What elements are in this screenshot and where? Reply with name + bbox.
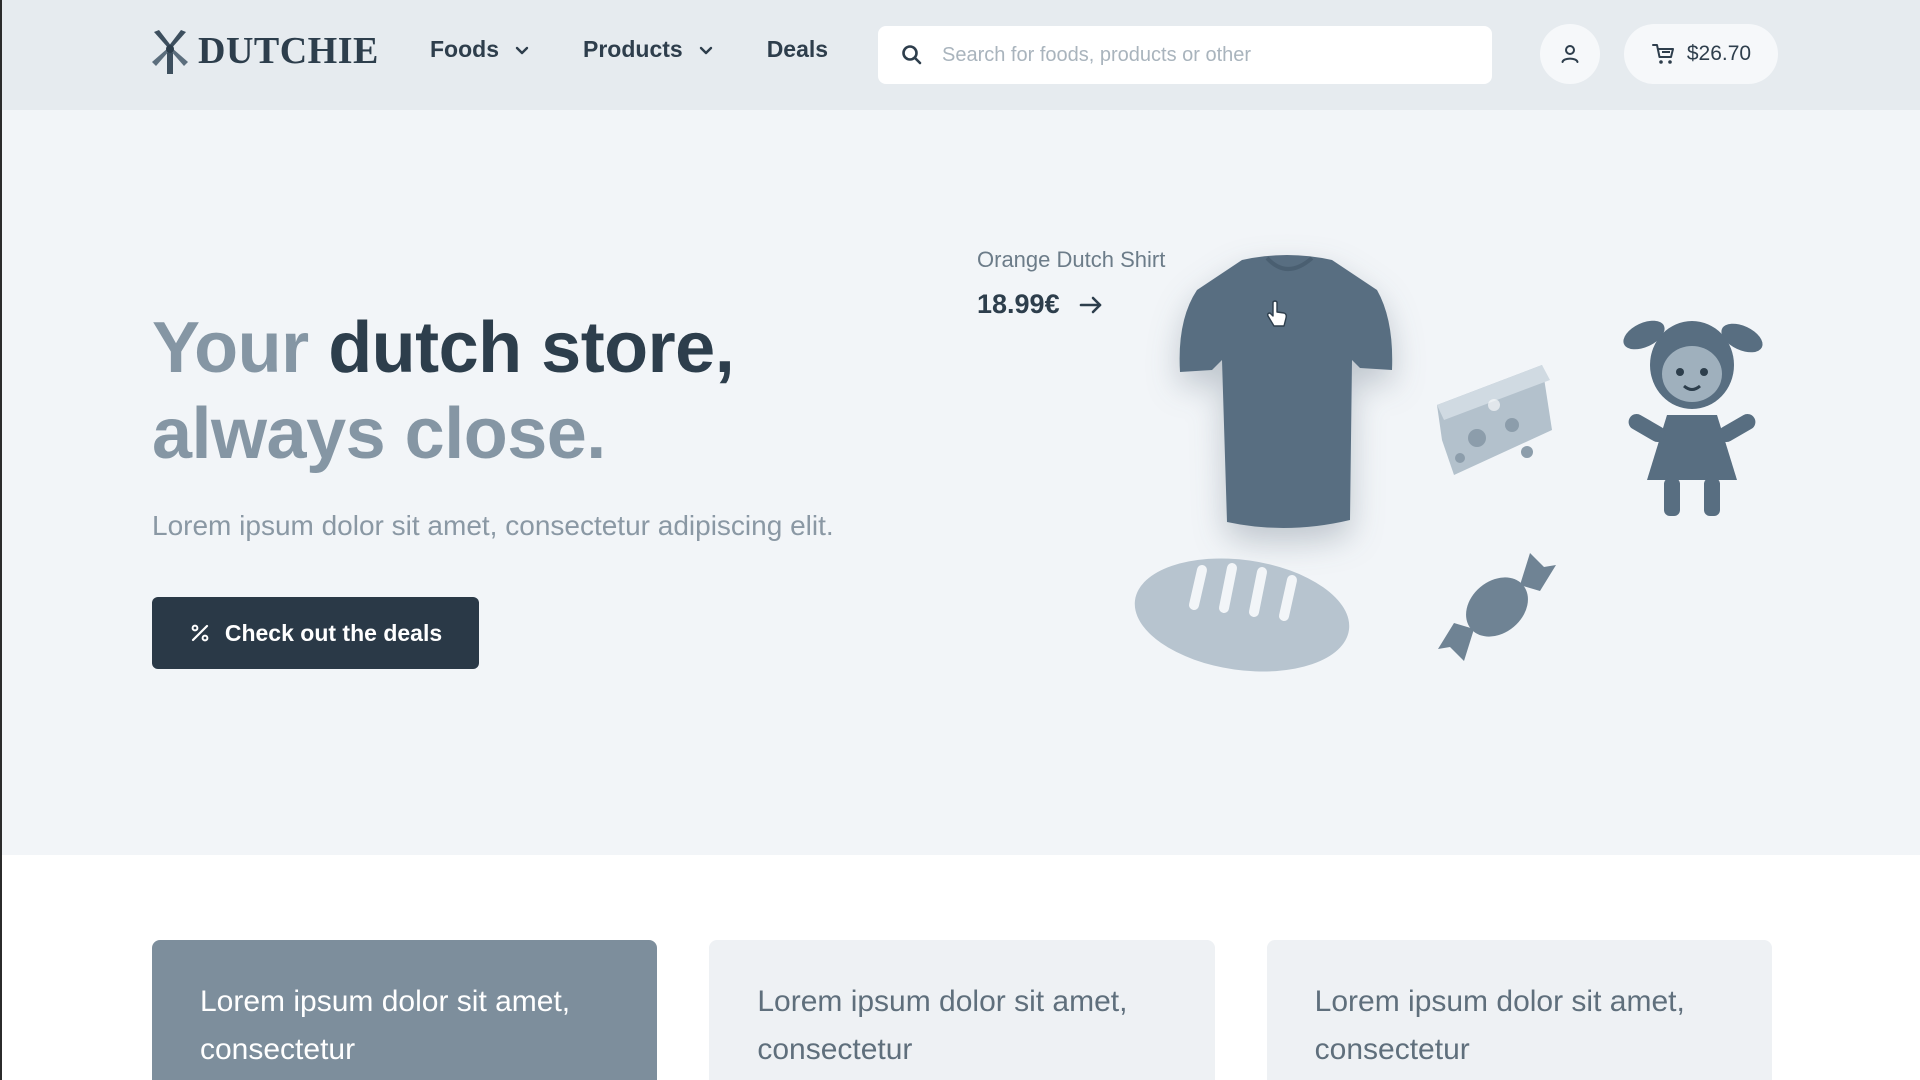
brand-name: DUTCHIE [198, 30, 379, 72]
windmill-icon [152, 30, 188, 74]
feature-card[interactable]: Lorem ipsum dolor sit amet, consectetur [709, 940, 1215, 1080]
headline-part-3: always close. [152, 394, 606, 474]
hero-section: Your dutch store, always close. Lorem ip… [2, 110, 1920, 855]
feature-card[interactable]: Lorem ipsum dolor sit amet, consectetur [1266, 940, 1772, 1080]
site-header: DUTCHIE Foods Products Deals $26.70 [2, 0, 1920, 110]
cart-button[interactable]: $26.70 [1624, 24, 1778, 84]
logo[interactable]: DUTCHIE [150, 28, 379, 74]
product-name: Orange Dutch Shirt [977, 247, 1166, 272]
nav-item-label: Deals [766, 36, 829, 62]
search-icon[interactable] [900, 43, 924, 67]
search-bar [878, 26, 1492, 84]
cart-total: $26.70 [1686, 42, 1752, 65]
nav-item-products[interactable]: Products [583, 36, 715, 63]
cta-label: Check out the deals [224, 619, 443, 646]
check-deals-button[interactable]: Check out the deals [152, 597, 479, 669]
hero-subtitle: Lorem ipsum dolor sit amet, consectetur … [152, 510, 834, 541]
page: DUTCHIE Foods Products Deals $26.70 [0, 0, 1920, 1080]
feature-card[interactable]: Lorem ipsum dolor sit amet, consectetur [152, 940, 658, 1080]
feature-card-text: Lorem ipsum dolor sit amet, consectetur [757, 985, 1128, 1066]
user-icon [1561, 45, 1579, 63]
nav-item-deals[interactable]: Deals [767, 36, 828, 63]
headline-part-1: Your [152, 308, 309, 388]
nav-item-label: Foods [430, 36, 499, 62]
product-price-row[interactable]: 18.99€ [977, 289, 1165, 320]
chevron-down-icon [699, 46, 712, 54]
candy-icon[interactable] [1432, 545, 1562, 670]
feature-cards: Lorem ipsum dolor sit amet, consectetur … [152, 940, 1772, 1080]
main-nav: Foods Products Deals [430, 36, 828, 63]
feature-card-text: Lorem ipsum dolor sit amet, consectetur [1314, 985, 1685, 1066]
percent-icon [191, 624, 209, 642]
headline-part-2: dutch store, [328, 308, 735, 388]
chevron-down-icon [515, 46, 529, 54]
nav-item-foods[interactable]: Foods [430, 36, 531, 63]
shirt-icon[interactable] [1172, 250, 1402, 540]
search-input[interactable] [942, 43, 1462, 67]
featured-product-tag[interactable]: Orange Dutch Shirt 18.99€ [977, 247, 1165, 320]
product-price: 18.99€ [977, 289, 1060, 319]
arrow-right-icon [1079, 296, 1101, 313]
hand-cursor-icon [1267, 300, 1287, 327]
feature-card-text: Lorem ipsum dolor sit amet, consectetur [200, 985, 571, 1066]
account-button[interactable] [1540, 24, 1600, 84]
bread-icon[interactable] [1132, 550, 1352, 680]
cheese-icon[interactable] [1432, 360, 1557, 485]
hero-headline: Your dutch store, always close. [152, 305, 735, 477]
cart-icon [1651, 44, 1674, 64]
nav-item-label: Products [583, 36, 683, 62]
doll-icon[interactable] [1612, 310, 1772, 530]
